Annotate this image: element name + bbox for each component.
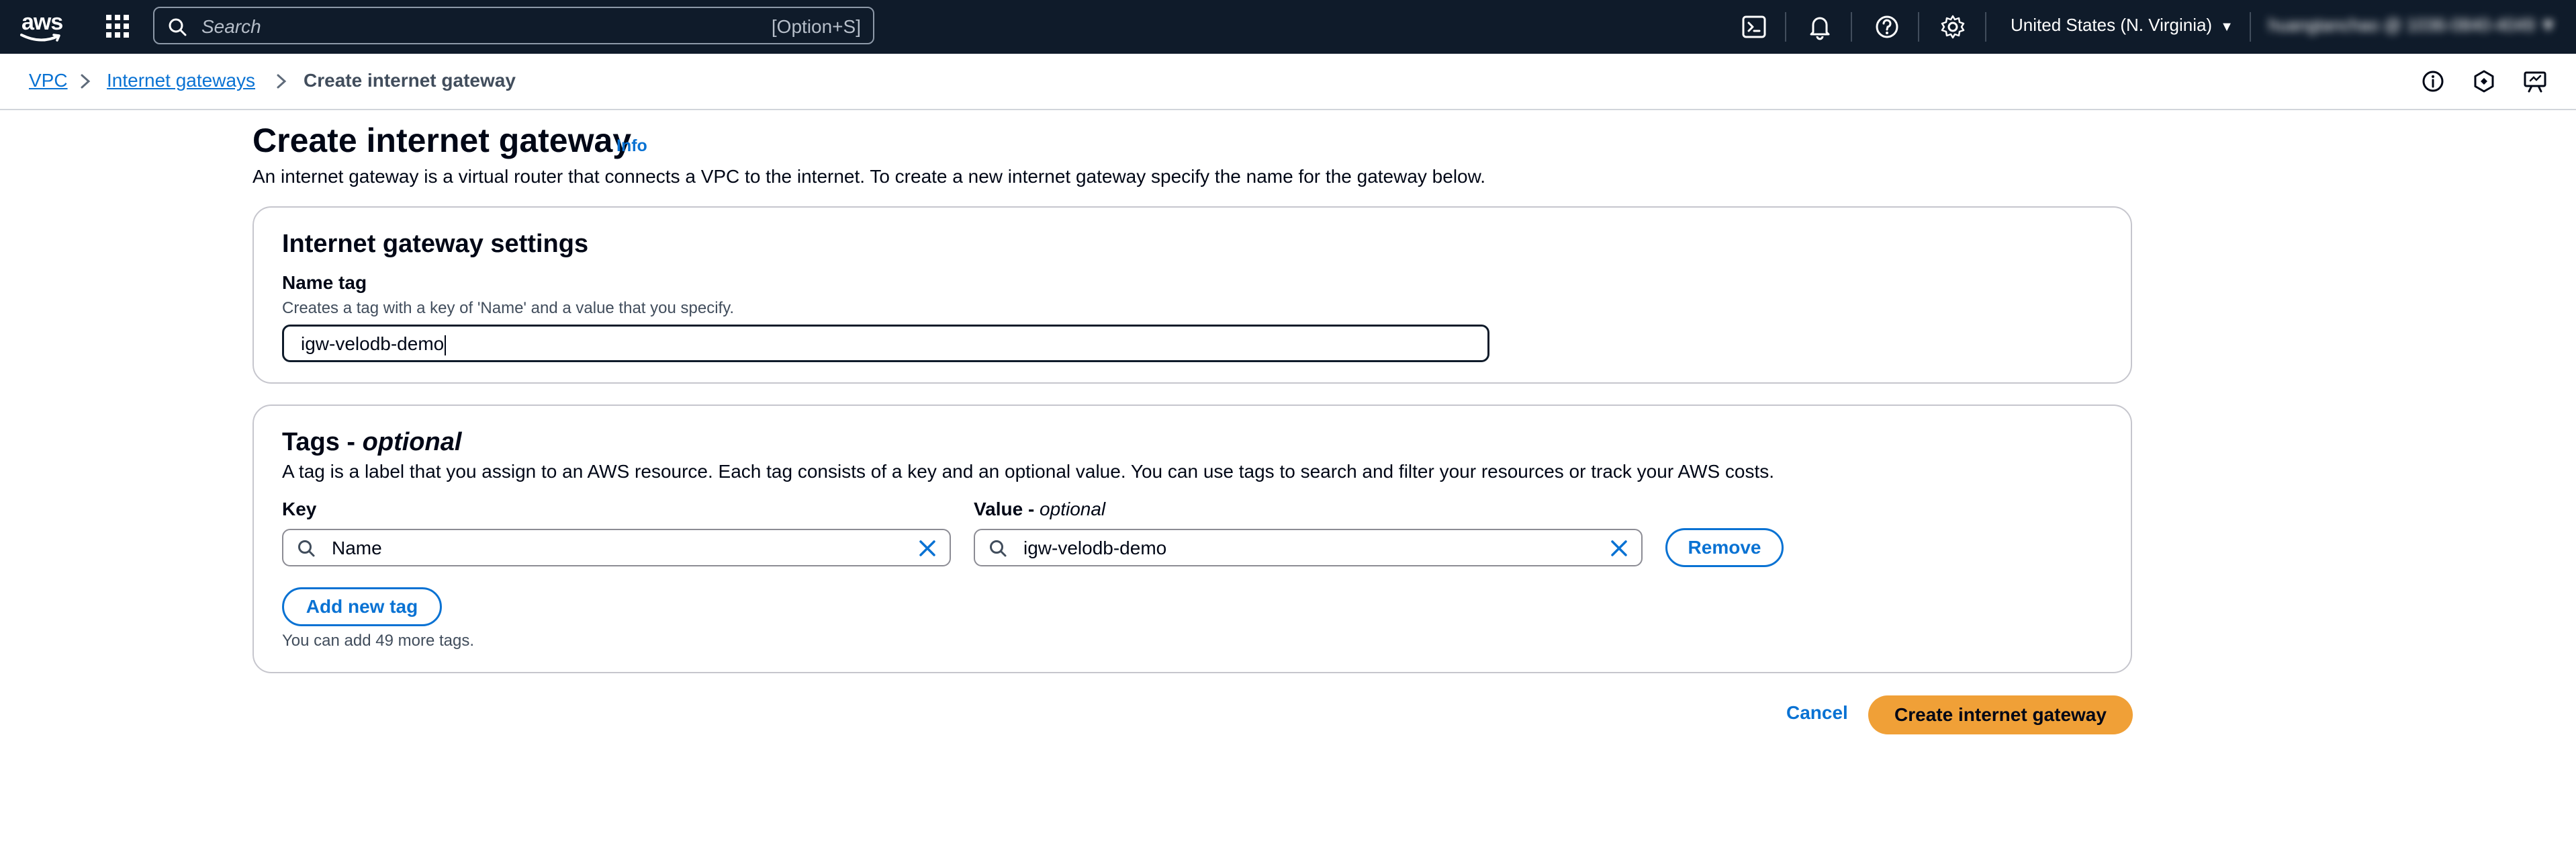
page-description: An internet gateway is a virtual router … <box>252 166 1486 187</box>
nav-divider <box>2250 12 2251 42</box>
search-icon <box>990 540 1007 557</box>
search-placeholder: Search <box>201 16 261 37</box>
text-cursor <box>445 335 447 355</box>
info-link[interactable]: Info <box>616 136 647 156</box>
chevron-right-icon <box>81 74 91 89</box>
tag-value-label: Value - optional <box>974 499 1106 519</box>
nav-divider <box>1785 12 1786 42</box>
cancel-button[interactable]: Cancel <box>1786 702 1848 724</box>
tags-title-optional: optional <box>362 428 462 456</box>
tutorial-panel-icon[interactable] <box>2522 69 2548 94</box>
tag-key-input[interactable]: Name <box>282 529 951 566</box>
account-menu[interactable]: huangtanchao @ 1036-0840-4049 ▼ <box>2268 15 2557 36</box>
tag-key-label: Key <box>282 499 317 519</box>
settings-card-title: Internet gateway settings <box>282 230 589 258</box>
nav-divider <box>1985 12 1986 42</box>
nav-divider <box>1918 12 1919 42</box>
nav-divider <box>1851 12 1852 42</box>
global-search-input[interactable]: Search [Option+S] <box>153 7 874 44</box>
search-shortcut: [Option+S] <box>771 16 861 37</box>
name-tag-input[interactable]: igw-velodb-demo <box>282 325 1489 362</box>
notifications-bell-icon[interactable] <box>1806 13 1833 40</box>
create-internet-gateway-button[interactable]: Create internet gateway <box>1868 695 2133 734</box>
internet-gateway-settings-card: Internet gateway settings Name tag Creat… <box>252 206 2132 384</box>
breadcrumb-current: Create internet gateway <box>304 70 516 91</box>
tags-card-title: Tags - optional <box>282 428 462 456</box>
breadcrumb-vpc[interactable]: VPC <box>29 70 68 91</box>
tags-card: Tags - optional A tag is a label that yo… <box>252 404 2132 673</box>
tag-key-value: Name <box>332 538 382 558</box>
add-new-tag-button[interactable]: Add new tag <box>282 587 442 626</box>
name-tag-value: igw-velodb-demo <box>301 333 445 354</box>
aws-logo-text: aws <box>21 9 63 35</box>
cloudshell-icon[interactable] <box>1741 13 1767 40</box>
settings-gear-icon[interactable] <box>1939 13 1966 40</box>
services-grid-icon[interactable] <box>105 13 130 39</box>
name-tag-label: Name tag <box>282 272 367 293</box>
breadcrumb: VPC Internet gateways Create internet ga… <box>0 54 2576 110</box>
region-selector[interactable]: United States (N. Virginia) ▼ <box>2011 15 2234 36</box>
breadcrumb-internet-gateways[interactable]: Internet gateways <box>107 70 255 91</box>
tag-value-value: igw-velodb-demo <box>1023 538 1167 558</box>
hexagon-help-icon[interactable] <box>2471 69 2497 94</box>
tags-remaining-hint: You can add 49 more tags. <box>282 632 474 650</box>
search-icon <box>169 18 187 36</box>
chevron-right-icon <box>277 74 287 89</box>
aws-logo[interactable]: aws <box>19 9 66 44</box>
info-panel-icon[interactable] <box>2420 69 2446 94</box>
tag-value-input[interactable]: igw-velodb-demo <box>974 529 1643 566</box>
clear-value-icon[interactable] <box>1609 538 1629 558</box>
page-title: Create internet gateway <box>252 122 632 159</box>
help-icon[interactable] <box>1874 13 1900 40</box>
region-label: United States (N. Virginia) <box>2011 15 2213 35</box>
name-tag-description: Creates a tag with a key of 'Name' and a… <box>282 299 735 317</box>
caret-down-icon: ▼ <box>2220 19 2234 34</box>
search-icon <box>298 540 315 557</box>
tags-description: A tag is a label that you assign to an A… <box>282 461 1775 482</box>
aws-smile-icon <box>20 34 60 42</box>
remove-tag-button[interactable]: Remove <box>1665 528 1784 567</box>
clear-key-icon[interactable] <box>917 538 937 558</box>
account-label: huangtanchao @ 1036-0840-4049 <box>2268 15 2535 35</box>
top-navigation: aws Search [Option+S] United States (N. … <box>0 0 2576 54</box>
